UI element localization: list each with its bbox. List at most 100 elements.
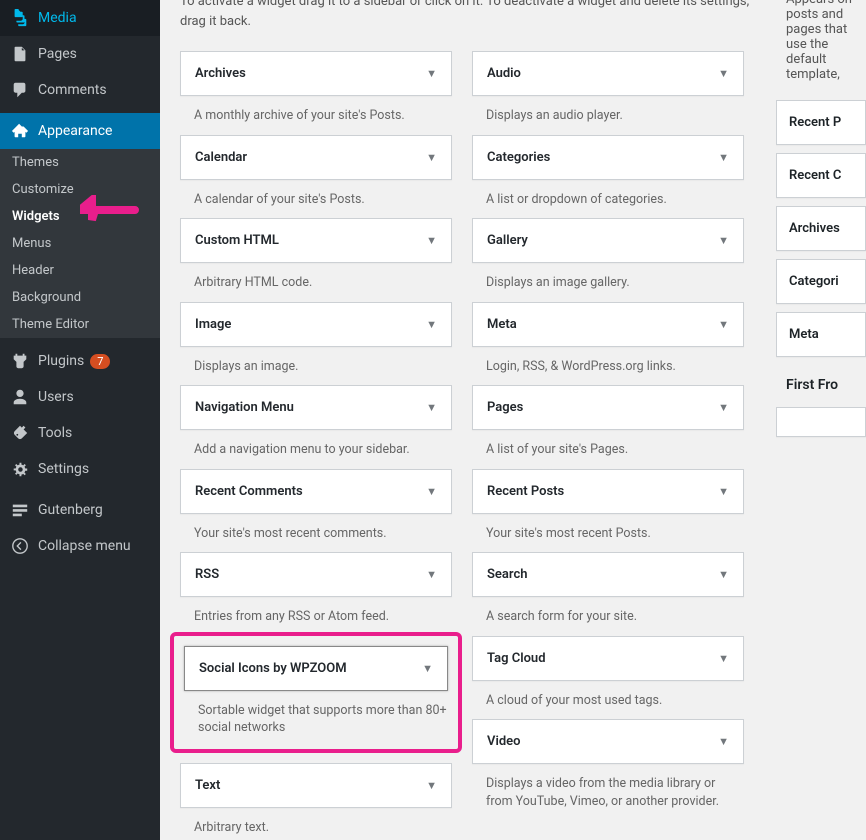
settings-icon: [10, 459, 30, 479]
widget-recent-comments[interactable]: Recent Comments ▼: [180, 469, 452, 514]
chevron-down-icon: ▼: [718, 318, 729, 331]
widget-description: Entries from any RSS or Atom feed.: [180, 597, 452, 626]
widget-description: Displays an image.: [180, 347, 452, 376]
widget-description: A list of your site's Pages.: [472, 430, 744, 459]
menu-media[interactable]: Media: [0, 0, 160, 36]
menu-label: Media: [38, 10, 77, 26]
widget-calendar[interactable]: Calendar ▼: [180, 135, 452, 180]
widget-title: Navigation Menu: [195, 400, 294, 415]
widget-rss[interactable]: RSS▼: [180, 552, 452, 597]
submenu-menus[interactable]: Menus: [0, 230, 160, 257]
widget-description: A cloud of your most used tags.: [472, 681, 744, 710]
widget-recent-posts[interactable]: Recent Posts ▼: [472, 469, 744, 514]
widget-description: A list or dropdown of categories.: [472, 180, 744, 209]
widget-description: Displays an audio player.: [472, 96, 744, 125]
sidebar-area-item[interactable]: Categori: [776, 259, 866, 304]
sidebar-area-item[interactable]: Recent P: [776, 100, 866, 145]
widget-audio[interactable]: Audio ▼: [472, 51, 744, 96]
menu-label: Comments: [38, 82, 107, 98]
submenu-theme-editor[interactable]: Theme Editor: [0, 311, 160, 338]
menu-label: Collapse menu: [38, 538, 131, 554]
menu-tools[interactable]: Tools: [0, 415, 160, 451]
widget-custom-html[interactable]: Custom HTML▼: [180, 218, 452, 263]
gutenberg-icon: [10, 500, 30, 520]
menu-appearance[interactable]: Appearance: [0, 113, 160, 149]
sidebar-area-item[interactable]: Recent C: [776, 153, 866, 198]
tools-icon: [10, 423, 30, 443]
sidebar-area-desc: Appears on posts and pages that use the …: [776, 0, 866, 92]
widget-description: A calendar of your site's Posts.: [180, 180, 452, 209]
widget-title: Categories: [487, 150, 550, 165]
widget-description: A search form for your site.: [472, 597, 744, 626]
plugin-icon: [10, 351, 30, 371]
chevron-down-icon: ▼: [718, 568, 729, 581]
chevron-down-icon: ▼: [718, 485, 729, 498]
admin-sidebar: Media Pages Comments Appearance Themes C…: [0, 0, 160, 840]
menu-collapse[interactable]: Collapse menu: [0, 528, 160, 564]
menu-gutenberg[interactable]: Gutenberg: [0, 492, 160, 528]
sidebar-area-empty[interactable]: [776, 407, 866, 437]
widget-description: A monthly archive of your site's Posts.: [180, 96, 452, 125]
widget-description: Displays an image gallery.: [472, 263, 744, 292]
menu-settings[interactable]: Settings: [0, 451, 160, 487]
widget-image[interactable]: Image ▼: [180, 302, 452, 347]
widget-tag-cloud[interactable]: Tag Cloud ▼: [472, 636, 744, 681]
widget-title: Calendar: [195, 150, 247, 165]
widget-search[interactable]: Search ▼: [472, 552, 744, 597]
widget-description: Your site's most recent comments.: [180, 514, 452, 543]
menu-label: Appearance: [38, 123, 112, 139]
widget-title: Meta: [487, 317, 517, 332]
menu-label: Settings: [38, 461, 89, 477]
widget-meta[interactable]: Meta ▼: [472, 302, 744, 347]
submenu-background[interactable]: Background: [0, 284, 160, 311]
chevron-down-icon: ▼: [718, 67, 729, 80]
page-icon: [10, 44, 30, 64]
widget-gallery[interactable]: Gallery▼: [472, 218, 744, 263]
widget-categories[interactable]: Categories ▼: [472, 135, 744, 180]
widget-social-icons-by-wpzoom[interactable]: Social Icons by WPZOOM▼: [184, 646, 448, 691]
widget-description: Displays a video from the media library …: [472, 764, 744, 810]
widget-navigation-menu[interactable]: Navigation Menu ▼: [180, 385, 452, 430]
widget-title: Image: [195, 317, 231, 332]
widget-description: Login, RSS, & WordPress.org links.: [472, 347, 744, 376]
chevron-down-icon: ▼: [426, 318, 437, 331]
widget-title: Text: [195, 778, 220, 793]
chevron-down-icon: ▼: [718, 151, 729, 164]
widget-title: Recent Posts: [487, 484, 564, 499]
widget-title: Archives: [195, 66, 246, 81]
chevron-down-icon: ▼: [426, 485, 437, 498]
chevron-down-icon: ▼: [426, 401, 437, 414]
widget-text[interactable]: Text▼: [180, 763, 452, 808]
widget-title: Video: [487, 734, 521, 749]
widget-title: Audio: [487, 66, 521, 81]
menu-plugins[interactable]: Plugins 7: [0, 343, 160, 379]
widget-description: Arbitrary HTML code.: [180, 263, 452, 292]
menu-users[interactable]: Users: [0, 379, 160, 415]
chevron-down-icon: ▼: [426, 568, 437, 581]
chevron-down-icon: ▼: [426, 151, 437, 164]
menu-pages[interactable]: Pages: [0, 36, 160, 72]
widget-pages[interactable]: Pages▼: [472, 385, 744, 430]
sidebar-area-item[interactable]: Meta: [776, 312, 866, 357]
sidebar-area-item[interactable]: Archives: [776, 206, 866, 251]
widget-archives[interactable]: Archives▼: [180, 51, 452, 96]
menu-comments[interactable]: Comments: [0, 72, 160, 108]
intro-text: To activate a widget drag it to a sideba…: [180, 0, 756, 41]
submenu-themes[interactable]: Themes: [0, 149, 160, 176]
widget-title: Custom HTML: [195, 233, 279, 248]
widget-title: Social Icons by WPZOOM: [199, 661, 347, 676]
chevron-down-icon: ▼: [718, 401, 729, 414]
menu-label: Gutenberg: [38, 502, 103, 518]
submenu-header[interactable]: Header: [0, 257, 160, 284]
chevron-down-icon: ▼: [718, 652, 729, 665]
widget-grid: Archives▼A monthly archive of your site'…: [180, 41, 756, 836]
menu-label: Pages: [38, 46, 77, 62]
sidebar-areas-panel: Appears on posts and pages that use the …: [776, 0, 866, 840]
widget-title: Recent Comments: [195, 484, 303, 499]
widget-title: Search: [487, 567, 528, 582]
widget-title: Tag Cloud: [487, 651, 546, 666]
widget-video[interactable]: Video▼: [472, 719, 744, 764]
widget-description: Add a navigation menu to your sidebar.: [180, 430, 452, 459]
main-content: To activate a widget drag it to a sideba…: [160, 0, 776, 840]
user-icon: [10, 387, 30, 407]
